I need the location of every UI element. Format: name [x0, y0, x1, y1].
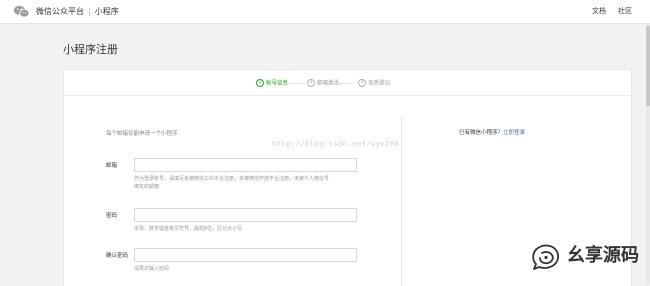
- platform-brand[interactable]: 微信公众平台 | 小程序: [36, 6, 119, 17]
- watermark-stamp-text: 幺享源码: [567, 245, 639, 266]
- step-number: 2: [307, 79, 315, 87]
- step-connector: [285, 83, 303, 84]
- top-navigation-bar: 微信公众平台 | 小程序 文档 社区: [0, 0, 650, 24]
- login-link[interactable]: 立即登录: [503, 130, 525, 136]
- password-label: 密码: [106, 213, 118, 219]
- existing-account-prompt: 已有微信小程序？立即登录: [459, 129, 525, 137]
- password-tip: 字母、数字或者英文符号，最短8位，区分大小写: [134, 226, 243, 232]
- step-number: 3: [358, 79, 366, 87]
- scrollbar-thumb[interactable]: [646, 26, 650, 106]
- docs-link[interactable]: 文档: [592, 7, 606, 16]
- confirm-password-label: 确认密码: [106, 253, 129, 259]
- email-field[interactable]: [134, 158, 357, 172]
- column-divider: [401, 117, 402, 286]
- existing-account-question: 已有微信小程序？: [459, 130, 504, 136]
- confirm-password-field[interactable]: [134, 248, 357, 262]
- step-account-info: 1 帐号信息: [256, 79, 288, 88]
- platform-section: 小程序: [94, 7, 119, 16]
- community-link[interactable]: 社区: [618, 7, 632, 16]
- confirm-password-tip: 请再次输入密码: [134, 266, 170, 272]
- step-info-registration: 3 信息登记: [358, 79, 390, 88]
- wechat-official-account-icon: [532, 244, 560, 270]
- step-label: 信息登记: [368, 80, 391, 87]
- form-hint: 每个邮箱仅能申请一个小程序: [106, 131, 178, 137]
- email-tip-line-2: 绑定的邮箱: [134, 184, 160, 190]
- wechat-logo-icon[interactable]: [13, 5, 30, 18]
- brand-separator: |: [88, 7, 91, 16]
- email-tip-line-1: 作为登录帐号，请填写未被微信公众平台注册，未被微信开放平台注册，未被个人微信号: [134, 176, 330, 182]
- step-email-activation: 2 邮箱激活: [307, 79, 339, 88]
- step-number: 1: [256, 79, 264, 87]
- password-field[interactable]: [134, 208, 357, 222]
- page-title: 小程序注册: [63, 43, 118, 56]
- url-watermark: http://blog.csdn.net/wyx100: [272, 140, 400, 148]
- step-indicator: 1 帐号信息 2 邮箱激活 3 信息登记: [64, 70, 631, 96]
- platform-name: 微信公众平台: [36, 7, 84, 16]
- email-label: 邮箱: [106, 163, 118, 169]
- step-connector: [336, 83, 354, 84]
